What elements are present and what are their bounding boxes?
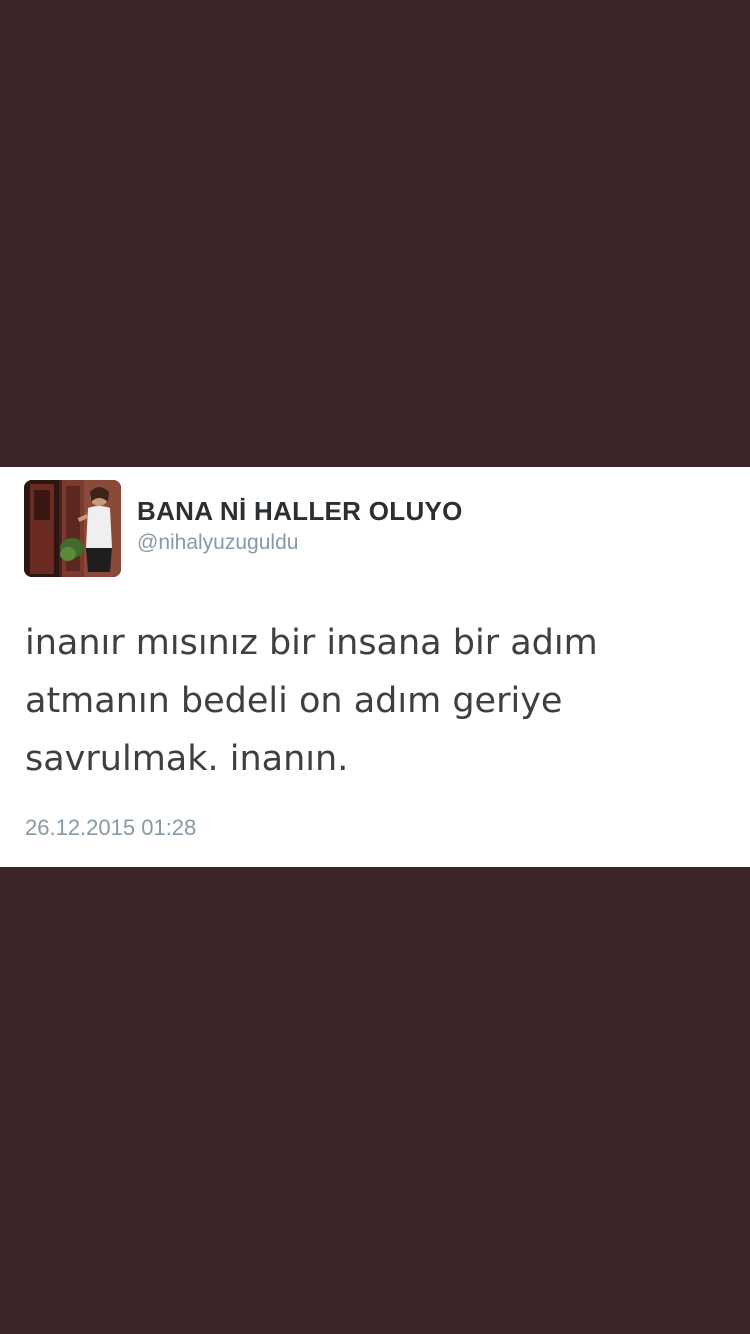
tweet-text-line: atmanın bedeli on adım geriye bbox=[25, 681, 563, 721]
tweet-text-line: inanır mısınız bir insana bir adım bbox=[25, 623, 598, 663]
display-name[interactable]: BANA Nİ HALLER OLUYO bbox=[137, 496, 463, 527]
avatar[interactable] bbox=[24, 480, 121, 577]
avatar-photo bbox=[24, 480, 121, 577]
tweet-text-line: savrulmak. inanın. bbox=[25, 739, 349, 779]
tweet-timestamp[interactable]: 26.12.2015 01:28 bbox=[25, 815, 196, 841]
tweet-card: BANA Nİ HALLER OLUYO @nihalyuzuguldu ina… bbox=[0, 467, 750, 867]
user-handle[interactable]: @nihalyuzuguldu bbox=[137, 531, 298, 555]
screenshot-page: BANA Nİ HALLER OLUYO @nihalyuzuguldu ina… bbox=[0, 0, 750, 1334]
tweet-text: inanır mısınız bir insana bir adım atman… bbox=[25, 614, 725, 788]
